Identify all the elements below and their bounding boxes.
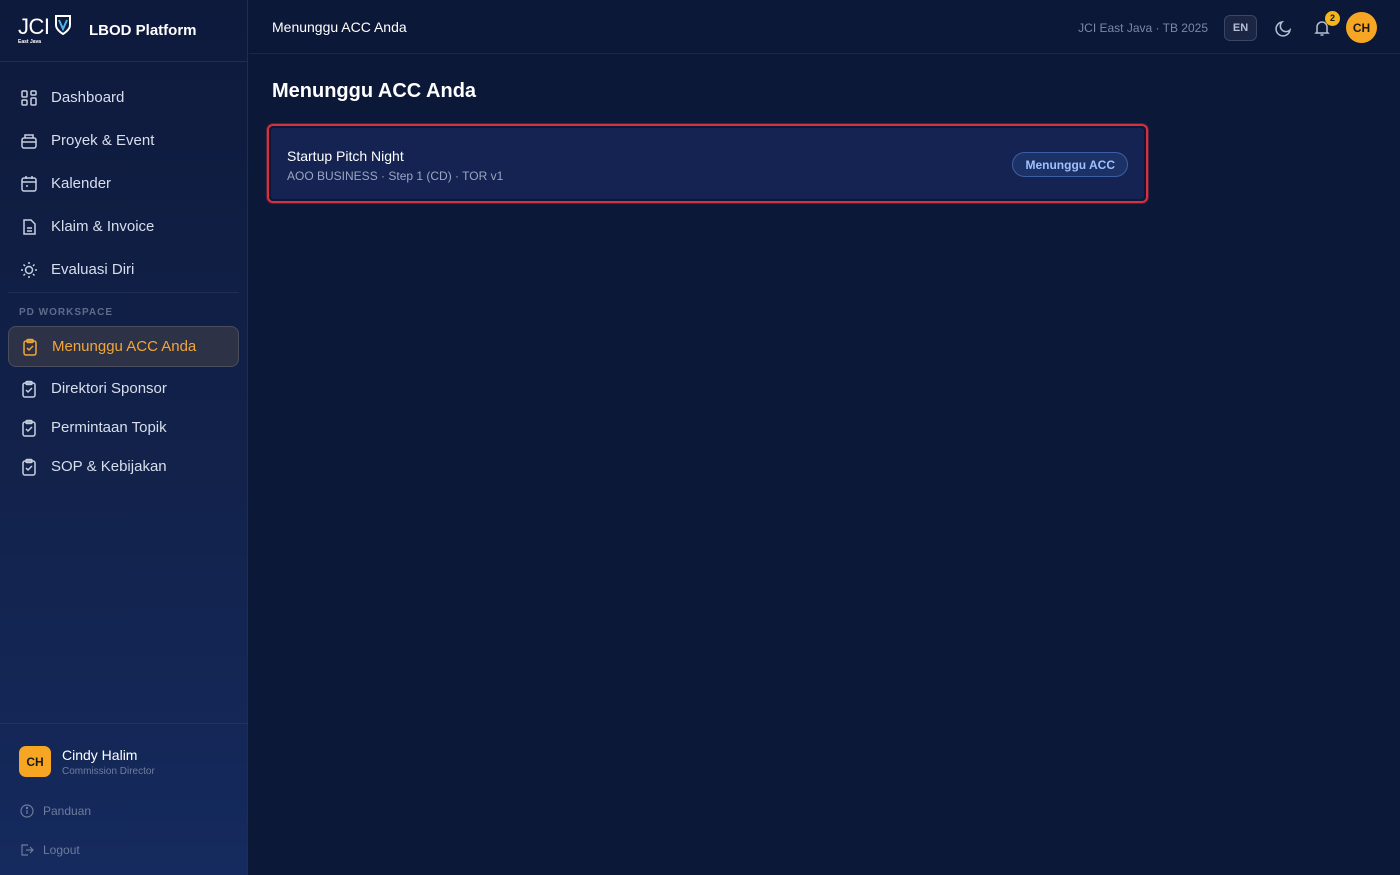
logout-icon bbox=[21, 843, 34, 856]
lightbulb-icon bbox=[21, 261, 37, 278]
card-title: Startup Pitch Night bbox=[287, 148, 404, 164]
document-icon bbox=[23, 218, 36, 235]
user-profile[interactable]: CH Cindy Halim Commission Director bbox=[0, 724, 248, 777]
clipboard-check-icon bbox=[22, 458, 36, 476]
user-avatar-button[interactable]: CH bbox=[1346, 12, 1377, 43]
sidebar-item-evaluasi-diri[interactable]: Evaluasi Diri bbox=[0, 248, 247, 291]
sidebar-item-label: SOP & Kebijakan bbox=[51, 458, 167, 475]
logo-text: JCI bbox=[18, 13, 50, 39]
org-label: JCI East Java · TB 2025 bbox=[1078, 20, 1208, 35]
sidebar-item-label: Direktori Sponsor bbox=[51, 380, 167, 397]
topbar: Menunggu ACC Anda JCI East Java · TB 202… bbox=[249, 0, 1400, 54]
sidebar-item-sop-kebijakan[interactable]: SOP & Kebijakan bbox=[0, 447, 247, 486]
info-icon bbox=[20, 803, 34, 818]
sidebar-item-label: Klaim & Invoice bbox=[51, 218, 155, 235]
help-link[interactable]: Panduan bbox=[0, 791, 248, 830]
notifications-button[interactable]: 2 bbox=[1311, 10, 1340, 39]
brand-header: JCI East Java LBOD Platform bbox=[0, 0, 247, 62]
logout-link[interactable]: Logout bbox=[0, 830, 248, 869]
sidebar-item-proyek-event[interactable]: Proyek & Event bbox=[0, 119, 247, 162]
briefcase-icon bbox=[21, 133, 37, 149]
status-badge: Menunggu ACC bbox=[1012, 152, 1128, 177]
clipboard-check-icon bbox=[22, 380, 36, 398]
page-title: Menunggu ACC Anda bbox=[272, 80, 477, 102]
main-nav: Dashboard Proyek & Event Kalender Klaim … bbox=[0, 62, 247, 486]
sidebar-item-label: Proyek & Event bbox=[51, 132, 155, 149]
user-info: Cindy Halim Commission Director bbox=[62, 747, 155, 777]
brand-title: LBOD Platform bbox=[89, 22, 197, 39]
topbar-title: Menunggu ACC Anda bbox=[272, 18, 407, 35]
user-block: CH Cindy Halim Commission Director Pandu… bbox=[0, 723, 248, 875]
jci-logo[interactable]: JCI East Java bbox=[18, 14, 74, 48]
sidebar-item-dashboard[interactable]: Dashboard bbox=[0, 76, 247, 119]
approval-card-highlight: Startup Pitch Night AOO BUSINESS · Step … bbox=[267, 124, 1148, 203]
theme-toggle-button[interactable] bbox=[1273, 17, 1295, 39]
approval-card[interactable]: Startup Pitch Night AOO BUSINESS · Step … bbox=[271, 128, 1144, 199]
calendar-icon bbox=[21, 175, 37, 192]
topbar-actions: JCI East Java · TB 2025 EN 2 CH bbox=[1078, 10, 1377, 43]
main-content: Menunggu ACC Anda Startup Pitch Night AO… bbox=[267, 54, 1148, 203]
user-role: Commission Director bbox=[62, 765, 155, 777]
sidebar-item-menunggu-acc[interactable]: Menunggu ACC Anda bbox=[8, 326, 239, 367]
language-toggle-button[interactable]: EN bbox=[1224, 14, 1257, 41]
user-name: Cindy Halim bbox=[62, 746, 138, 763]
avatar: CH bbox=[19, 746, 51, 777]
shield-icon bbox=[55, 14, 71, 35]
clipboard-check-icon bbox=[22, 419, 36, 437]
logout-label: Logout bbox=[43, 842, 80, 857]
card-meta: AOO BUSINESS · Step 1 (CD) · TOR v1 bbox=[287, 169, 504, 183]
sidebar-item-direktori-sponsor[interactable]: Direktori Sponsor bbox=[0, 369, 247, 408]
sidebar-item-label: Menunggu ACC Anda bbox=[52, 338, 197, 355]
sidebar-item-label: Permintaan Topik bbox=[51, 419, 167, 436]
sidebar-item-label: Kalender bbox=[51, 175, 112, 192]
section-label-pd-workspace: PD WORKSPACE bbox=[19, 307, 114, 318]
sidebar-item-label: Evaluasi Diri bbox=[51, 261, 135, 278]
sidebar-item-label: Dashboard bbox=[51, 89, 125, 106]
notification-badge: 2 bbox=[1325, 10, 1340, 26]
help-label: Panduan bbox=[43, 803, 92, 818]
logo-subtext: East Java bbox=[18, 38, 42, 45]
sidebar: JCI East Java LBOD Platform Dashboard Pr… bbox=[0, 0, 248, 875]
moon-icon bbox=[1275, 20, 1292, 37]
clipboard-check-icon bbox=[23, 338, 37, 356]
grid-icon bbox=[21, 89, 37, 106]
sidebar-item-kalender[interactable]: Kalender bbox=[0, 162, 247, 205]
sidebar-item-klaim-invoice[interactable]: Klaim & Invoice bbox=[0, 205, 247, 248]
sidebar-item-permintaan-topik[interactable]: Permintaan Topik bbox=[0, 408, 247, 447]
